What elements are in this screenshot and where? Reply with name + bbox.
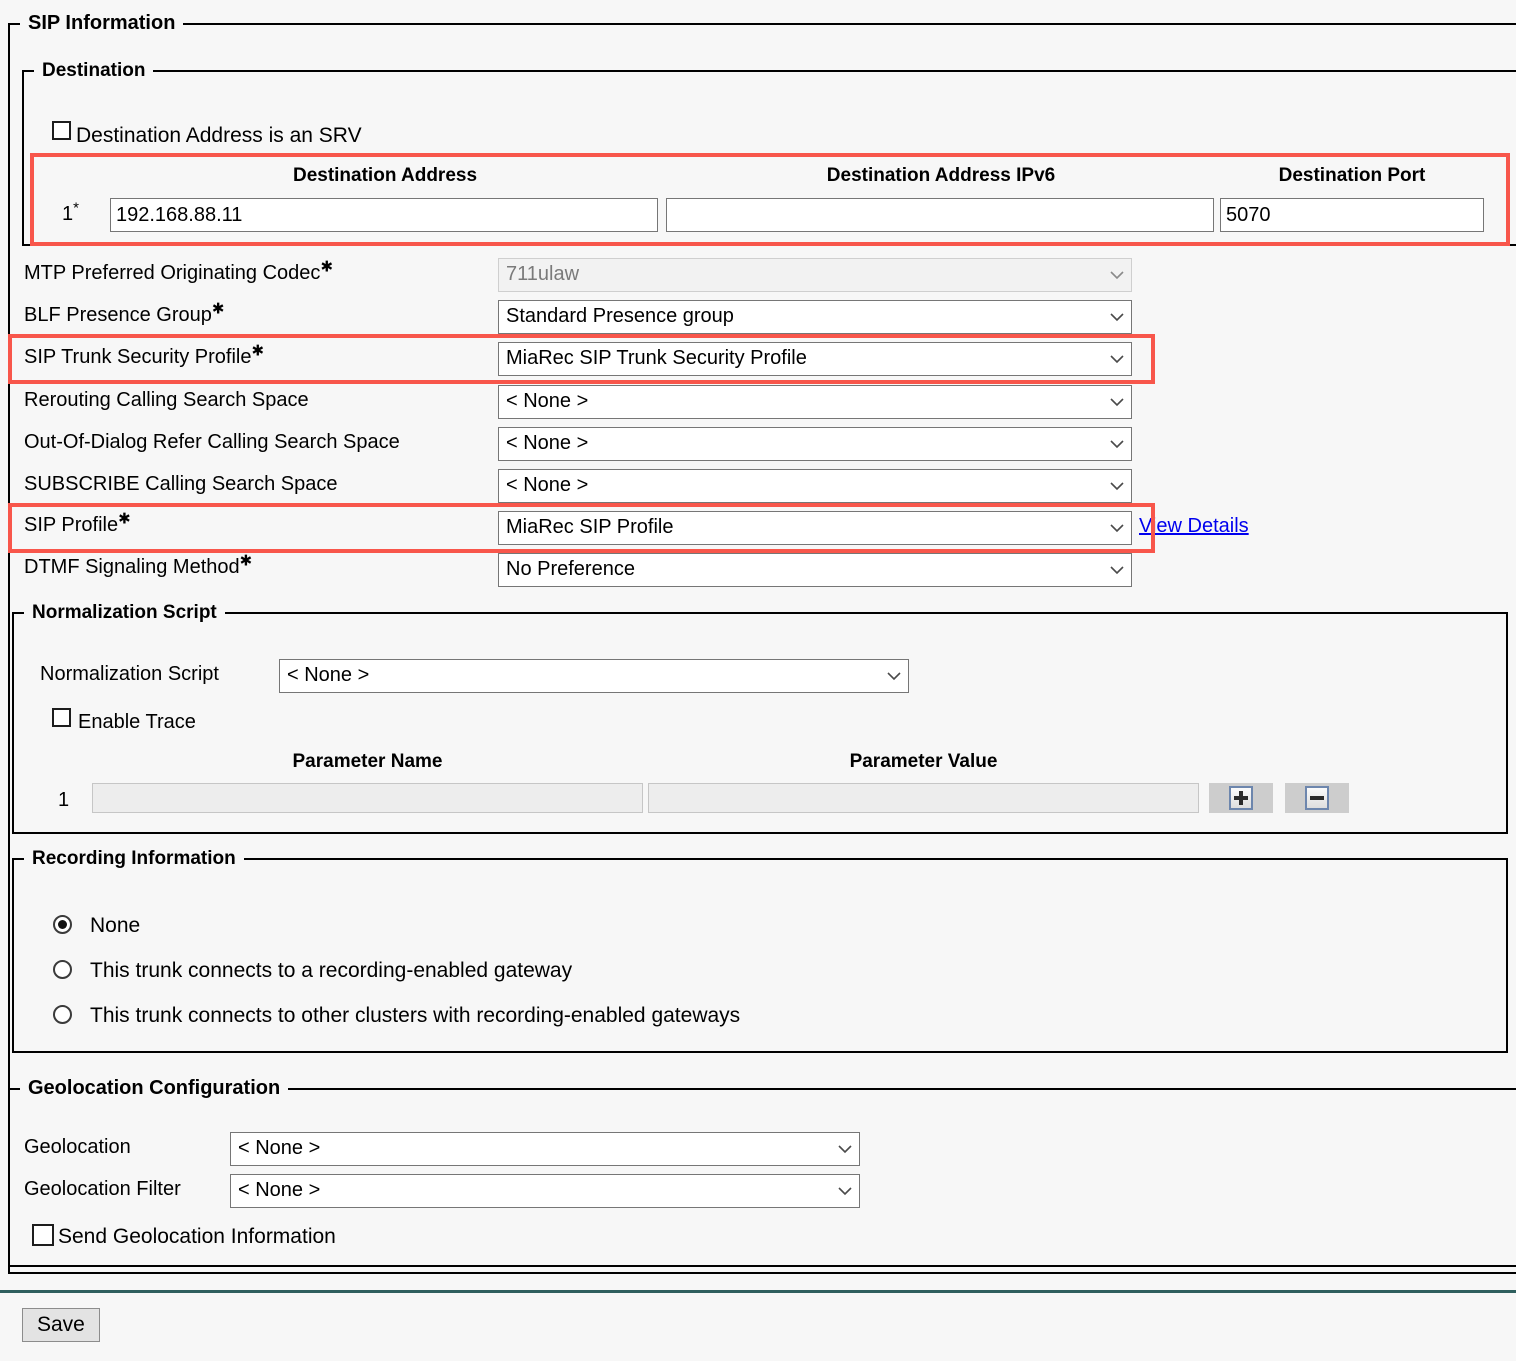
mtp-preferred-originating-codec-text: MTP Preferred Originating Codec <box>24 262 321 284</box>
sip-trunk-security-profile-value: MiaRec SIP Trunk Security Profile <box>506 347 807 369</box>
destination-row-index: 1* <box>62 200 79 226</box>
destination-port-input[interactable] <box>1220 198 1484 232</box>
geolocation-value: < None > <box>238 1137 321 1159</box>
chevron-down-icon <box>1110 386 1124 418</box>
rerouting-calling-search-space-value: < None > <box>506 390 589 412</box>
chevron-down-icon <box>1110 301 1124 333</box>
geolocation-filter-label: Geolocation Filter <box>24 1178 181 1200</box>
destination-address-is-srv-checkbox[interactable] <box>52 121 71 140</box>
parameter-value-column-header: Parameter Value <box>849 751 998 772</box>
enable-trace-checkbox[interactable] <box>52 708 71 727</box>
chevron-down-icon <box>1110 343 1124 375</box>
sip-profile-text: SIP Profile <box>24 514 119 536</box>
rerouting-calling-search-space-select[interactable]: < None > <box>498 385 1132 419</box>
mtp-preferred-originating-codec-value: 711ulaw <box>506 263 580 285</box>
out-of-dialog-refer-calling-search-space-label: Out-Of-Dialog Refer Calling Search Space <box>24 431 400 453</box>
sip-profile-select[interactable]: MiaRec SIP Profile <box>498 511 1132 545</box>
sip-profile-value: MiaRec SIP Profile <box>506 516 674 538</box>
mtp-preferred-originating-codec-label: MTP Preferred Originating Codec✱ <box>24 258 334 285</box>
chevron-down-icon <box>838 1133 852 1165</box>
add-parameter-button[interactable] <box>1209 783 1273 813</box>
destination-address-input[interactable] <box>110 198 658 232</box>
parameter-name-column-header: Parameter Name <box>292 751 443 772</box>
recording-option-clusters-label: This trunk connects to other clusters wi… <box>90 1004 741 1027</box>
dtmf-signaling-method-value: No Preference <box>506 558 635 580</box>
blf-presence-group-text: BLF Presence Group <box>24 304 212 326</box>
required-marker: ✱ <box>239 552 253 570</box>
subscribe-calling-search-space-value: < None > <box>506 474 589 496</box>
mtp-preferred-originating-codec-select[interactable]: 711ulaw <box>498 258 1132 292</box>
send-geolocation-information-checkbox[interactable] <box>32 1224 54 1246</box>
recording-information-legend: Recording Information <box>32 848 236 869</box>
blf-presence-group-select[interactable]: Standard Presence group <box>498 300 1132 334</box>
chevron-down-icon <box>838 1175 852 1207</box>
destination-row-required-marker: * <box>73 199 79 217</box>
subscribe-calling-search-space-label: SUBSCRIBE Calling Search Space <box>24 473 338 495</box>
sip-information-legend: SIP Information <box>28 12 176 34</box>
plus-icon <box>1229 786 1253 810</box>
geolocation-label: Geolocation <box>24 1136 131 1158</box>
send-geolocation-information-label: Send Geolocation Information <box>58 1225 336 1248</box>
minus-icon <box>1305 786 1329 810</box>
geolocation-filter-value: < None > <box>238 1179 321 1201</box>
parameter-name-input[interactable] <box>92 783 643 813</box>
required-marker: ✱ <box>118 510 131 528</box>
normalization-param-row-index: 1 <box>58 789 70 811</box>
chevron-down-icon <box>887 660 901 692</box>
normalization-script-value: < None > <box>287 664 370 686</box>
dtmf-signaling-method-text: DTMF Signaling Method <box>24 556 240 578</box>
sip-trunk-security-profile-label: SIP Trunk Security Profile✱ <box>24 342 265 369</box>
destination-address-ipv6-input[interactable] <box>666 198 1214 232</box>
recording-option-clusters-radio[interactable] <box>53 1005 72 1024</box>
destination-address-is-srv-label: Destination Address is an SRV <box>76 124 362 147</box>
parameter-value-input[interactable] <box>648 783 1199 813</box>
chevron-down-icon <box>1110 554 1124 586</box>
normalization-script-select[interactable]: < None > <box>279 659 909 693</box>
required-marker: ✱ <box>251 342 265 360</box>
geolocation-configuration-legend: Geolocation Configuration <box>28 1077 281 1099</box>
chevron-down-icon <box>1110 428 1124 460</box>
recording-option-none-radio[interactable] <box>53 915 72 934</box>
recording-option-gateway-radio[interactable] <box>53 960 72 979</box>
subscribe-calling-search-space-select[interactable]: < None > <box>498 469 1132 503</box>
out-of-dialog-refer-calling-search-space-select[interactable]: < None > <box>498 427 1132 461</box>
destination-legend: Destination <box>42 60 146 81</box>
save-button[interactable]: Save <box>22 1308 100 1342</box>
blf-presence-group-value: Standard Presence group <box>506 305 734 327</box>
sip-trunk-configuration-page: SIP Information Destination Destination … <box>0 0 1516 1361</box>
destination-port-column-header: Destination Port <box>1278 165 1426 186</box>
footer-separator <box>0 1290 1516 1293</box>
enable-trace-label: Enable Trace <box>78 711 196 733</box>
sip-trunk-security-profile-text: SIP Trunk Security Profile <box>24 346 252 368</box>
geolocation-filter-select[interactable]: < None > <box>230 1174 860 1208</box>
normalization-script-label: Normalization Script <box>40 663 219 685</box>
normalization-script-legend: Normalization Script <box>32 602 217 623</box>
out-of-dialog-refer-calling-search-space-value: < None > <box>506 432 589 454</box>
destination-address-ipv6-column-header: Destination Address IPv6 <box>826 165 1056 186</box>
sip-profile-label: SIP Profile✱ <box>24 510 131 537</box>
recording-option-gateway-label: This trunk connects to a recording-enabl… <box>90 959 573 982</box>
destination-row-number: 1 <box>62 203 74 225</box>
chevron-down-icon <box>1110 259 1124 291</box>
required-marker: ✱ <box>211 300 225 318</box>
rerouting-calling-search-space-label: Rerouting Calling Search Space <box>24 389 309 411</box>
chevron-down-icon <box>1110 512 1124 544</box>
remove-parameter-button[interactable] <box>1285 783 1349 813</box>
sip-trunk-security-profile-select[interactable]: MiaRec SIP Trunk Security Profile <box>498 342 1132 376</box>
recording-option-none-label: None <box>90 914 141 937</box>
view-details-link[interactable]: View Details <box>1139 515 1249 538</box>
destination-address-column-header: Destination Address <box>292 165 478 186</box>
geolocation-select[interactable]: < None > <box>230 1132 860 1166</box>
dtmf-signaling-method-select[interactable]: No Preference <box>498 553 1132 587</box>
chevron-down-icon <box>1110 470 1124 502</box>
required-marker: ✱ <box>320 258 334 276</box>
dtmf-signaling-method-label: DTMF Signaling Method✱ <box>24 552 253 579</box>
blf-presence-group-label: BLF Presence Group✱ <box>24 300 225 327</box>
